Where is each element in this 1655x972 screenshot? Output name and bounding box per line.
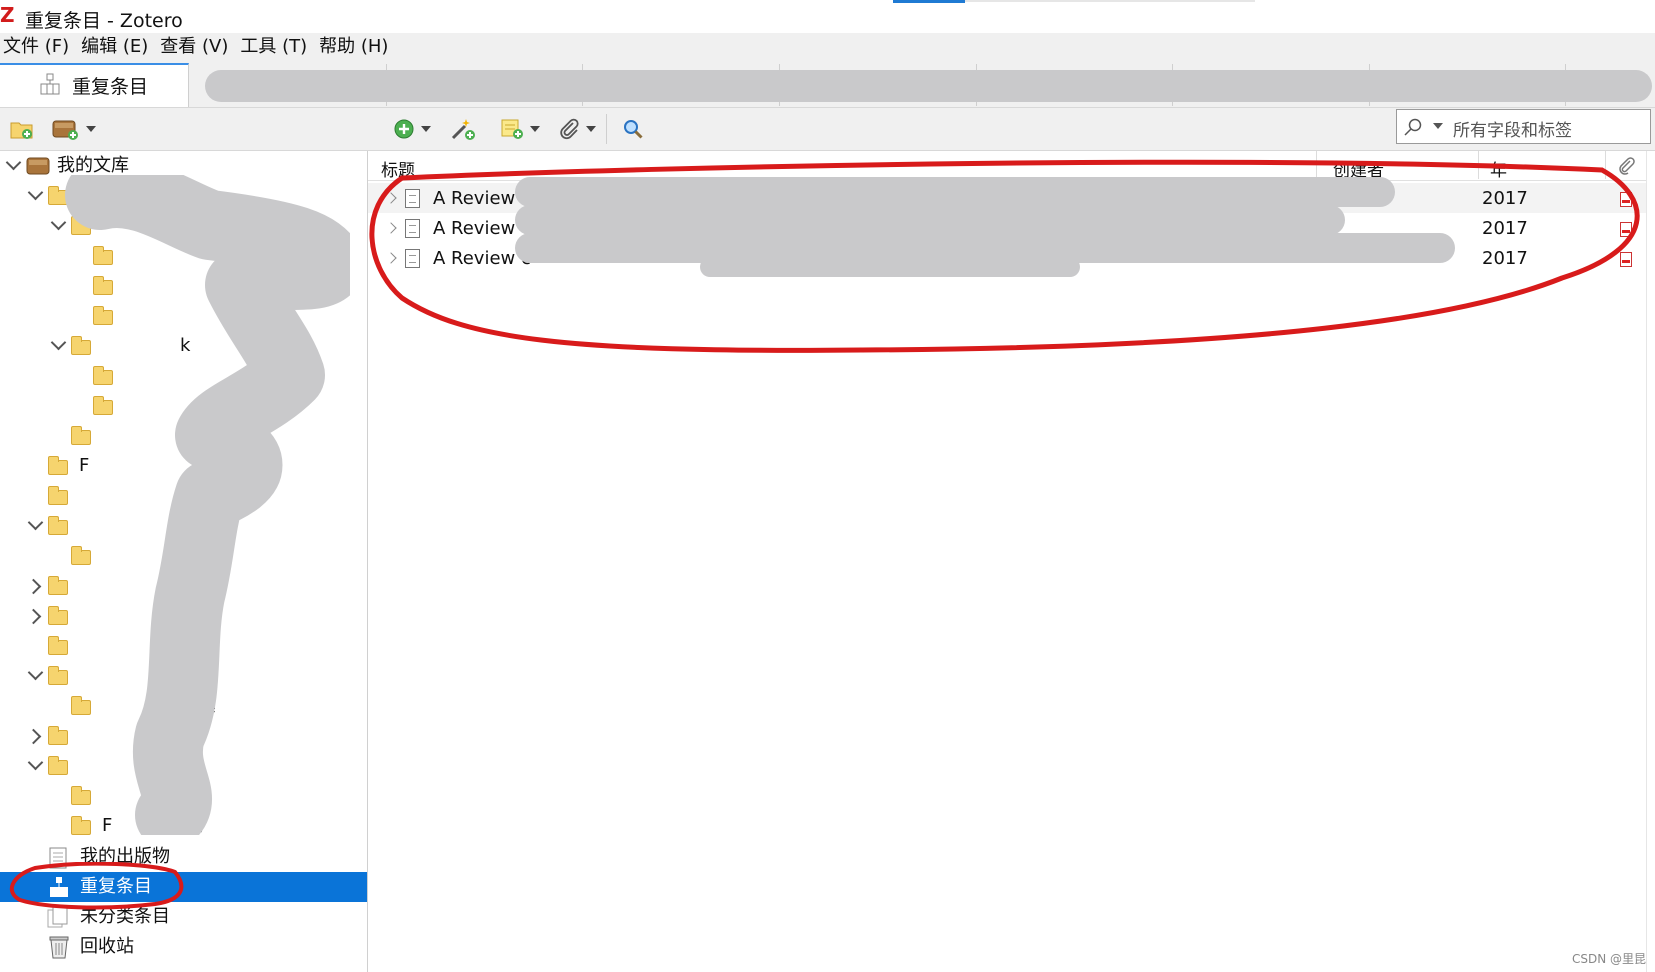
- title-bar: [0, 0, 1655, 33]
- new-collection-button[interactable]: [10, 114, 34, 144]
- library-icon: [26, 156, 50, 176]
- add-attachment-button[interactable]: [558, 114, 596, 144]
- tab-label: 重复条目: [72, 76, 149, 98]
- chevron-down-icon[interactable]: [5, 154, 22, 171]
- window-title: 重复条目 - Zotero: [25, 10, 183, 32]
- chevron-down-icon[interactable]: [27, 664, 44, 681]
- redacted-tabs: [205, 70, 1652, 102]
- pane-edge: [1646, 151, 1647, 972]
- add-by-identifier-button[interactable]: [450, 114, 476, 144]
- tree-label-my-library: 我的文库: [57, 155, 129, 176]
- title-accent-bar-light: [965, 0, 1255, 2]
- chevron-down-icon: [586, 126, 596, 132]
- menu-tools[interactable]: 工具 (T): [237, 33, 316, 61]
- tree-label-trash: 回收站: [80, 936, 134, 957]
- attachment-icon: [558, 118, 580, 140]
- search-icon: [622, 118, 644, 140]
- title-accent-bar: [893, 0, 965, 3]
- menu-file[interactable]: 文件 (F): [0, 33, 78, 61]
- highlight-circle-items: [369, 159, 1640, 353]
- highlight-circle-duplicates: [9, 862, 184, 910]
- new-library-button[interactable]: [52, 114, 96, 144]
- chevron-right-icon[interactable]: [25, 728, 42, 745]
- toolbar-separator: [606, 114, 607, 144]
- chevron-down-icon: [530, 126, 540, 132]
- duplicates-icon: [38, 72, 62, 96]
- new-note-icon: [500, 118, 524, 140]
- search-placeholder: 所有字段和标签: [1453, 121, 1572, 141]
- new-library-icon: [52, 118, 80, 140]
- chevron-down-icon: [86, 126, 96, 132]
- magic-wand-icon: [450, 117, 476, 141]
- search-mode-dropdown[interactable]: [1433, 123, 1443, 129]
- watermark: CSDN @里昆: [1572, 952, 1647, 966]
- new-note-button[interactable]: [500, 114, 540, 144]
- chevron-right-icon[interactable]: [25, 578, 42, 595]
- new-item-button[interactable]: [393, 114, 431, 144]
- menu-edit[interactable]: 编辑 (E): [78, 33, 157, 61]
- chevron-down-icon: [421, 126, 431, 132]
- new-item-icon: [393, 118, 415, 140]
- tree-row-trash[interactable]: 回收站: [0, 932, 367, 962]
- menu-help[interactable]: 帮助 (H): [316, 33, 397, 61]
- menu-bar: 文件 (F) 编辑 (E) 查看 (V) 工具 (T) 帮助 (H): [0, 33, 1655, 61]
- chevron-down-icon[interactable]: [27, 514, 44, 531]
- zotero-logo-icon: Z: [0, 3, 15, 27]
- chevron-down-icon[interactable]: [27, 184, 44, 201]
- menu-view[interactable]: 查看 (V): [157, 33, 237, 61]
- new-collection-icon: [10, 118, 34, 140]
- search-icon: [1403, 117, 1423, 137]
- trash-icon: [48, 935, 70, 959]
- chevron-right-icon[interactable]: [25, 608, 42, 625]
- chevron-down-icon[interactable]: [27, 754, 44, 771]
- redaction-scribble: [65, 175, 350, 835]
- advanced-search-button[interactable]: [622, 114, 644, 144]
